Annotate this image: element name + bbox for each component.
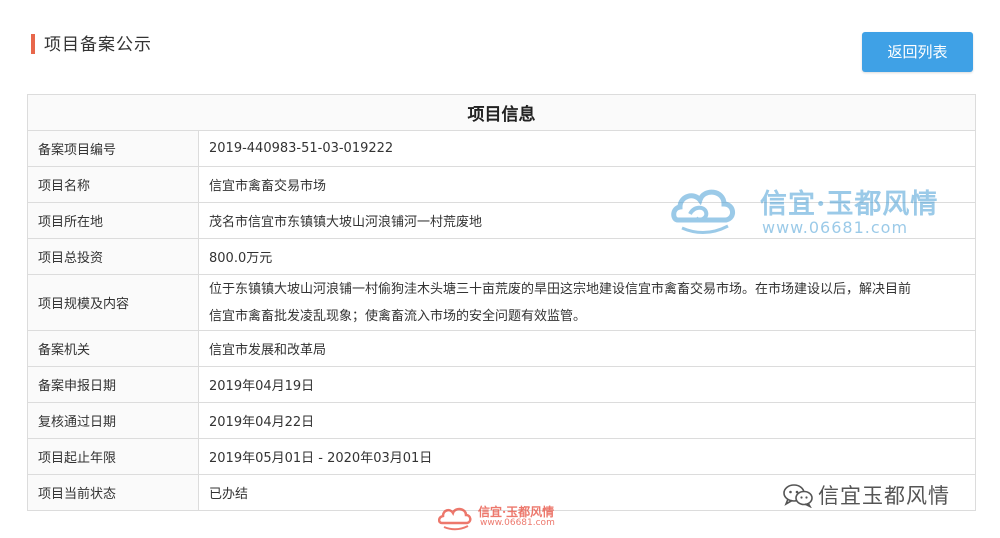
back-to-list-button[interactable]: 返回列表	[862, 32, 973, 72]
row-value: 信宜市发展和改革局	[198, 330, 976, 367]
row-label: 备案项目编号	[27, 130, 199, 167]
row-value: 2019年05月01日 - 2020年03月01日	[198, 438, 976, 475]
project-info-table: 项目信息 备案项目编号 2019-440983-51-03-019222 项目名…	[27, 94, 976, 511]
page-title: 项目备案公示	[44, 35, 152, 55]
row-value: 800.0万元	[198, 238, 976, 275]
watermark-url: www.06681.com	[480, 518, 555, 528]
title-accent-bar	[31, 34, 35, 54]
table-row: 项目名称 信宜市禽畜交易市场	[27, 166, 976, 203]
row-value: 2019-440983-51-03-019222	[198, 130, 976, 167]
row-value: 已办结	[198, 474, 976, 511]
row-label: 项目起止年限	[27, 438, 199, 475]
row-label: 项目所在地	[27, 202, 199, 239]
row-label: 项目名称	[27, 166, 199, 203]
table-row: 项目总投资 800.0万元	[27, 238, 976, 275]
table-row: 项目起止年限 2019年05月01日 - 2020年03月01日	[27, 438, 976, 475]
table-row: 项目规模及内容 位于东镇镇大坡山河浪铺一村偷狗洼木头塘三十亩荒废的旱田这宗地建设…	[27, 274, 976, 331]
table-row: 项目所在地 茂名市信宜市东镇镇大坡山河浪铺河一村荒废地	[27, 202, 976, 239]
row-label: 项目总投资	[27, 238, 199, 275]
table-heading: 项目信息	[27, 94, 976, 131]
row-value: 信宜市禽畜交易市场	[198, 166, 976, 203]
table-row: 复核通过日期 2019年04月22日	[27, 402, 976, 439]
row-label: 复核通过日期	[27, 402, 199, 439]
page-header: 项目备案公示 返回列表	[0, 0, 1000, 90]
table-row: 备案项目编号 2019-440983-51-03-019222	[27, 130, 976, 167]
table-row: 备案机关 信宜市发展和改革局	[27, 330, 976, 367]
row-label: 备案申报日期	[27, 366, 199, 403]
row-value-line-1: 位于东镇镇大坡山河浪铺一村偷狗洼木头塘三十亩荒废的旱田这宗地建设信宜市禽畜交易市…	[209, 281, 912, 297]
table-row: 备案申报日期 2019年04月19日	[27, 366, 976, 403]
row-label: 项目规模及内容	[27, 274, 199, 331]
row-value-line-2: 信宜市禽畜批发凌乱现象；使禽畜流入市场的安全问题有效监管。	[209, 308, 587, 324]
row-label: 项目当前状态	[27, 474, 199, 511]
row-value: 2019年04月19日	[198, 366, 976, 403]
table-row: 项目当前状态 已办结	[27, 474, 976, 511]
row-value: 茂名市信宜市东镇镇大坡山河浪铺河一村荒废地	[198, 202, 976, 239]
row-value: 2019年04月22日	[198, 402, 976, 439]
row-label: 备案机关	[27, 330, 199, 367]
row-value: 位于东镇镇大坡山河浪铺一村偷狗洼木头塘三十亩荒废的旱田这宗地建设信宜市禽畜交易市…	[198, 274, 976, 331]
